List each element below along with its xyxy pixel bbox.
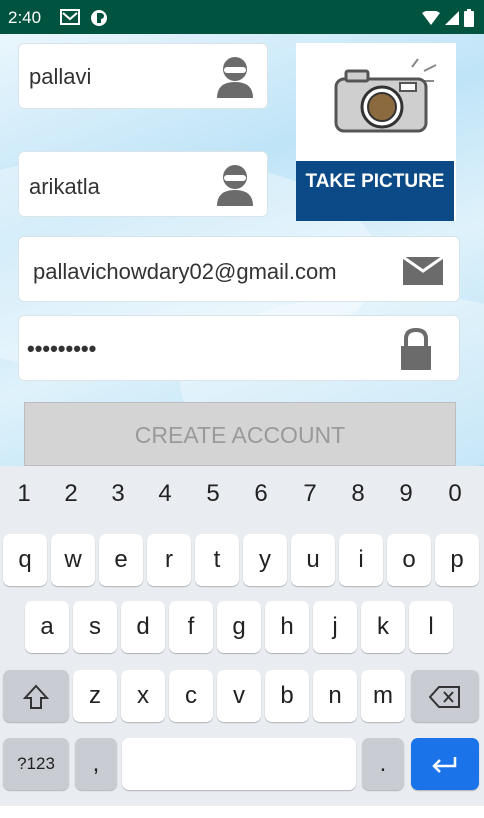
key-z[interactable]: z xyxy=(73,670,117,722)
lock-icon xyxy=(399,327,433,375)
user-icon xyxy=(215,164,255,211)
space-bar[interactable] xyxy=(122,738,356,790)
navigation-bar xyxy=(0,806,484,818)
key-2[interactable]: 2 xyxy=(47,480,95,508)
battery-icon xyxy=(464,9,474,32)
key-x[interactable]: x xyxy=(121,670,165,722)
key-s[interactable]: s xyxy=(73,601,117,653)
first-name-value: pallavi xyxy=(29,64,92,89)
key-0[interactable]: 0 xyxy=(431,480,479,508)
key-a[interactable]: a xyxy=(25,601,69,653)
key-t[interactable]: t xyxy=(195,534,239,586)
key-5[interactable]: 5 xyxy=(189,480,237,508)
first-name-field[interactable]: pallavi xyxy=(18,43,268,109)
email-value: pallavichowdary02@gmail.com xyxy=(33,259,337,284)
last-name-field[interactable]: arikatla xyxy=(18,151,268,217)
cell-signal-icon xyxy=(444,10,460,31)
status-time: 2:40 xyxy=(8,8,42,27)
app-notification-icon xyxy=(90,9,108,32)
symbols-key[interactable]: ?123 xyxy=(3,738,69,790)
mail-icon xyxy=(402,255,444,290)
wifi-icon xyxy=(422,10,440,30)
period-key[interactable]: . xyxy=(362,738,404,790)
key-h[interactable]: h xyxy=(265,601,309,653)
key-k[interactable]: k xyxy=(361,601,405,653)
key-8[interactable]: 8 xyxy=(334,480,382,508)
key-p[interactable]: p xyxy=(435,534,479,586)
key-u[interactable]: u xyxy=(291,534,335,586)
status-bar: 2:40 xyxy=(0,0,484,34)
comma-key[interactable]: , xyxy=(75,738,117,790)
take-picture-label: TAKE PICTURE xyxy=(296,161,454,221)
key-e[interactable]: e xyxy=(99,534,143,586)
key-c[interactable]: c xyxy=(169,670,213,722)
enter-key[interactable] xyxy=(411,738,479,790)
key-m[interactable]: m xyxy=(361,670,405,722)
password-field[interactable]: ••••••••• xyxy=(18,315,460,381)
key-3[interactable]: 3 xyxy=(94,480,142,508)
last-name-value: arikatla xyxy=(29,174,100,199)
backspace-icon xyxy=(428,682,461,709)
key-r[interactable]: r xyxy=(147,534,191,586)
take-picture-button[interactable]: TAKE PICTURE xyxy=(296,43,456,221)
key-9[interactable]: 9 xyxy=(382,480,430,508)
email-field[interactable]: pallavichowdary02@gmail.com xyxy=(18,236,460,302)
user-icon xyxy=(215,56,255,103)
gmail-notification-icon xyxy=(60,9,80,32)
key-n[interactable]: n xyxy=(313,670,357,722)
key-f[interactable]: f xyxy=(169,601,213,653)
backspace-key[interactable] xyxy=(411,670,479,722)
key-y[interactable]: y xyxy=(243,534,287,586)
password-value: ••••••••• xyxy=(27,336,97,361)
key-7[interactable]: 7 xyxy=(286,480,334,508)
key-i[interactable]: i xyxy=(339,534,383,586)
key-6[interactable]: 6 xyxy=(237,480,285,508)
key-w[interactable]: w xyxy=(51,534,95,586)
key-g[interactable]: g xyxy=(217,601,261,653)
shift-icon xyxy=(22,682,50,709)
key-j[interactable]: j xyxy=(313,601,357,653)
key-1[interactable]: 1 xyxy=(0,480,48,508)
soft-keyboard: 1 2 3 4 5 6 7 8 9 0 q w e r t y u i o p … xyxy=(0,466,484,806)
key-d[interactable]: d xyxy=(121,601,165,653)
number-row: 1 2 3 4 5 6 7 8 9 0 xyxy=(0,480,484,516)
key-l[interactable]: l xyxy=(409,601,453,653)
key-4[interactable]: 4 xyxy=(141,480,189,508)
camera-icon xyxy=(332,57,442,140)
enter-icon xyxy=(431,750,459,777)
shift-key[interactable] xyxy=(3,670,69,722)
key-v[interactable]: v xyxy=(217,670,261,722)
key-q[interactable]: q xyxy=(3,534,47,586)
key-o[interactable]: o xyxy=(387,534,431,586)
create-account-button[interactable]: CREATE ACCOUNT xyxy=(24,402,456,466)
key-b[interactable]: b xyxy=(265,670,309,722)
